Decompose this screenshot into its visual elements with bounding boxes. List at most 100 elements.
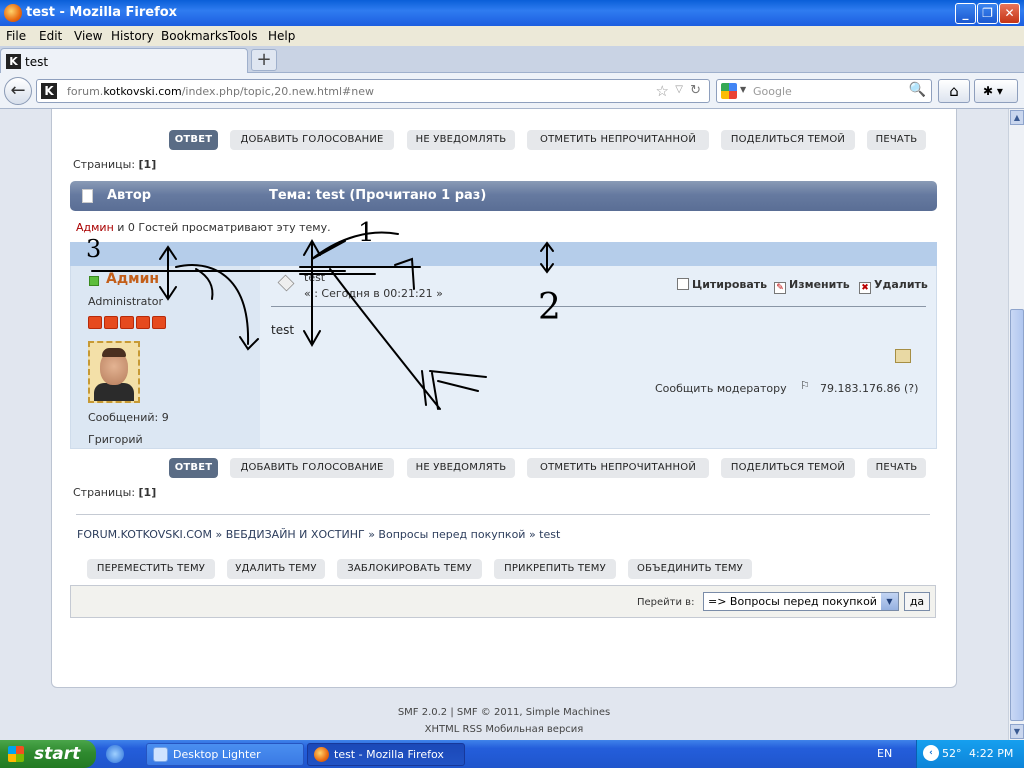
quicklaunch-ie-icon[interactable]: [106, 745, 124, 763]
firefox-icon: [4, 4, 22, 22]
sticky-topic-button[interactable]: ПРИКРЕПИТЬ ТЕМУ: [494, 559, 616, 579]
menu-file[interactable]: File: [6, 29, 26, 43]
page-viewport: ОТВЕТ ДОБАВИТЬ ГОЛОСОВАНИЕ НЕ УВЕДОМЛЯТЬ…: [0, 109, 1008, 740]
add-poll-button[interactable]: ДОБАВИТЬ ГОЛОСОВАНИЕ: [230, 130, 394, 150]
topic-buttons-top: ОТВЕТ ДОБАВИТЬ ГОЛОСОВАНИЕ НЕ УВЕДОМЛЯТЬ…: [0, 130, 1008, 150]
star-icon: [152, 316, 166, 329]
firefox-icon: [314, 747, 329, 762]
vertical-scrollbar[interactable]: ▲ ▼: [1008, 109, 1024, 740]
menu-view[interactable]: View: [74, 29, 102, 43]
quote-button[interactable]: Цитировать: [677, 278, 767, 291]
unnotify-button[interactable]: НЕ УВЕДОМЛЯТЬ: [407, 458, 515, 478]
home-icon: ⌂: [949, 82, 959, 100]
share-topic-button[interactable]: ПОДЕЛИТЬСЯ ТЕМОЙ: [721, 130, 855, 150]
merge-topic-button[interactable]: ОБЪЕДИНИТЬ ТЕМУ: [628, 559, 752, 579]
addon-button[interactable]: ✱ ▾: [974, 79, 1018, 103]
moderation-buttons: ПЕРЕМЕСТИТЬ ТЕМУ УДАЛИТЬ ТЕМУ ЗАБЛОКИРОВ…: [0, 559, 1008, 579]
viewers-line: Админ и 0 Гостей просматривают эту тему.: [76, 221, 331, 234]
scroll-down-icon[interactable]: ▼: [1010, 724, 1024, 739]
delete-topic-button[interactable]: УДАЛИТЬ ТЕМУ: [227, 559, 325, 579]
online-status-icon: [89, 276, 99, 286]
print-button[interactable]: ПЕЧАТЬ: [867, 458, 926, 478]
scroll-up-icon[interactable]: ▲: [1010, 110, 1024, 125]
modify-button[interactable]: ✎ Изменить: [774, 278, 850, 294]
reload-icon[interactable]: ↻: [690, 83, 701, 98]
topic-buttons-bottom: ОТВЕТ ДОБАВИТЬ ГОЛОСОВАНИЕ НЕ УВЕДОМЛЯТЬ…: [0, 458, 1008, 478]
jump-go-button[interactable]: да: [904, 592, 930, 611]
reply-button[interactable]: ОТВЕТ: [169, 458, 218, 478]
jump-to-box: Перейти в: => Вопросы перед покупкой ▼ д…: [70, 585, 936, 618]
report-icon[interactable]: [895, 349, 911, 363]
lock-topic-button[interactable]: ЗАБЛОКИРОВАТЬ ТЕМУ: [337, 559, 482, 579]
back-button[interactable]: ←: [4, 77, 32, 105]
system-tray: ‹ 52° 4:22 PM: [916, 740, 1024, 768]
message-icon: [277, 274, 295, 292]
home-button[interactable]: ⌂: [938, 79, 970, 103]
taskbar-item-firefox[interactable]: test - Mozilla Firefox: [307, 743, 465, 766]
search-bar[interactable]: ▼ Google 🔍: [716, 79, 932, 103]
address-bar[interactable]: K forum.kotkovski.com/index.php/topic,20…: [36, 79, 710, 103]
delete-icon: ✖: [859, 282, 871, 294]
tab-test[interactable]: K test: [0, 48, 248, 73]
engine-dropdown-icon[interactable]: ▼: [740, 85, 746, 94]
poster-ip[interactable]: 79.183.176.86 (?): [820, 382, 918, 395]
taskbar-item-desktop-lighter[interactable]: Desktop Lighter: [146, 743, 304, 766]
poster-real-name: Григорий: [88, 433, 143, 446]
navigation-toolbar: ← K forum.kotkovski.com/index.php/topic,…: [0, 73, 1024, 109]
bookmark-star-icon[interactable]: ☆: [656, 82, 669, 100]
mark-unread-button[interactable]: ОТМЕТИТЬ НЕПРОЧИТАННОЙ: [527, 130, 709, 150]
menu-history[interactable]: History: [111, 29, 154, 43]
poster-info: Админ Administrator Сообщений: 9 Григори…: [71, 266, 260, 448]
search-icon[interactable]: 🔍: [909, 82, 926, 98]
share-topic-button[interactable]: ПОДЕЛИТЬСЯ ТЕМОЙ: [721, 458, 855, 478]
poster-name[interactable]: Админ: [106, 271, 159, 287]
close-button[interactable]: ✕: [999, 3, 1020, 24]
menu-edit[interactable]: Edit: [39, 29, 62, 43]
chevron-down-icon[interactable]: ▼: [881, 593, 898, 610]
language-indicator[interactable]: EN: [877, 747, 892, 760]
add-poll-button[interactable]: ДОБАВИТЬ ГОЛОСОВАНИЕ: [230, 458, 394, 478]
author-column-header: Автор: [107, 188, 152, 203]
menu-help[interactable]: Help: [268, 29, 295, 43]
app-icon: [153, 747, 168, 762]
reply-button[interactable]: ОТВЕТ: [169, 130, 218, 150]
star-icon: [120, 316, 134, 329]
page-link[interactable]: [1]: [139, 158, 157, 171]
post-subject[interactable]: test: [304, 271, 325, 284]
breadcrumb[interactable]: FORUM.KOTKOVSKI.COM » ВЕБДИЗАЙН И ХОСТИН…: [77, 528, 560, 541]
quote-icon: [677, 278, 689, 290]
url-text[interactable]: forum.kotkovski.com/index.php/topic,20.n…: [67, 85, 374, 98]
rank-stars: [88, 316, 168, 332]
search-placeholder: Google: [753, 85, 792, 98]
page-link[interactable]: [1]: [139, 486, 157, 499]
footer-links[interactable]: XHTML RSS Мобильная версия: [0, 724, 1008, 735]
move-topic-button[interactable]: ПЕРЕМЕСТИТЬ ТЕМУ: [87, 559, 215, 579]
show-hidden-icons-icon[interactable]: ‹: [923, 745, 939, 761]
menu-tools[interactable]: Tools: [228, 29, 258, 43]
post-divider: [271, 306, 926, 307]
unnotify-button[interactable]: НЕ УВЕДОМЛЯТЬ: [407, 130, 515, 150]
clock[interactable]: 4:22 PM: [969, 747, 1013, 760]
scroll-thumb[interactable]: [1010, 309, 1024, 721]
tab-strip: K test +: [0, 46, 1024, 73]
restore-button[interactable]: ❐: [977, 3, 998, 24]
history-dropdown-icon[interactable]: ▽: [675, 84, 683, 95]
minimize-button[interactable]: _: [955, 3, 976, 24]
jump-to-select[interactable]: => Вопросы перед покупкой ▼: [703, 592, 899, 611]
divider: [76, 514, 930, 515]
addon-icon: ✱ ▾: [983, 84, 1003, 98]
menu-bookmarks[interactable]: Bookmarks: [161, 29, 228, 43]
avatar: [88, 341, 140, 403]
start-button[interactable]: start: [0, 740, 96, 768]
document-icon: [82, 189, 93, 203]
window-title: test - Mozilla Firefox: [26, 5, 178, 20]
viewer-admin-link[interactable]: Админ: [76, 221, 114, 234]
google-icon[interactable]: [721, 83, 737, 99]
print-button[interactable]: ПЕЧАТЬ: [867, 130, 926, 150]
mark-unread-button[interactable]: ОТМЕТИТЬ НЕПРОЧИТАННОЙ: [527, 458, 709, 478]
new-tab-button[interactable]: +: [251, 49, 277, 71]
post-top-bar: [70, 242, 937, 266]
delete-button[interactable]: ✖ Удалить: [859, 278, 928, 294]
report-to-moderator-link[interactable]: Сообщить модератору: [655, 382, 787, 395]
ip-icon: ⚐: [800, 379, 810, 392]
